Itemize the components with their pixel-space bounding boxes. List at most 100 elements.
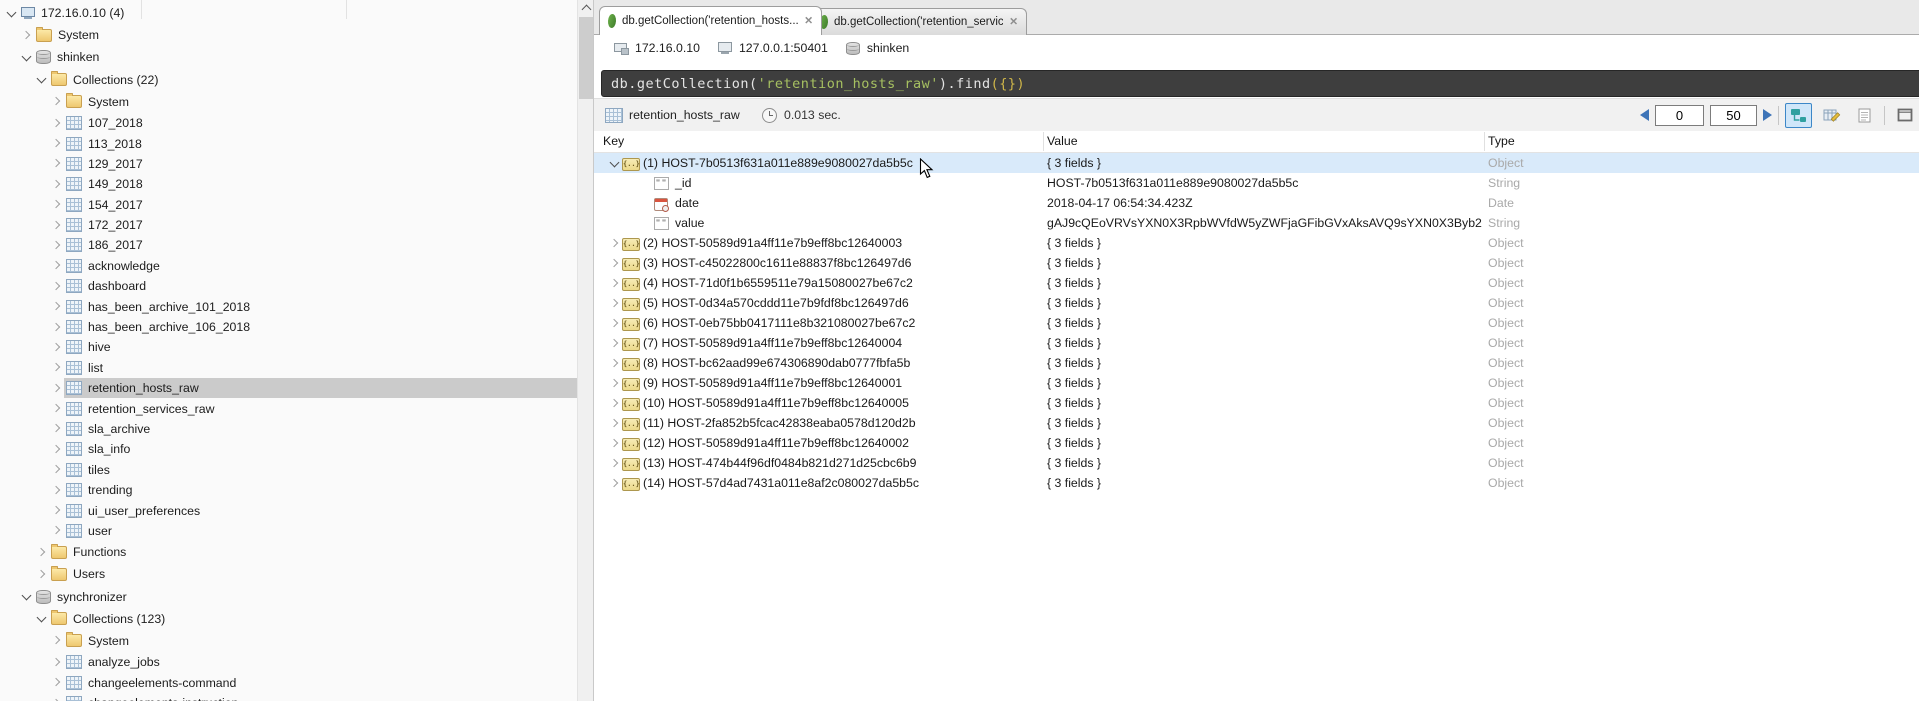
tree-chevron-icon[interactable] xyxy=(49,136,64,151)
tree-chevron-icon[interactable] xyxy=(49,462,64,477)
tree-chevron-icon[interactable] xyxy=(34,611,49,626)
new-window-button[interactable] xyxy=(1891,103,1918,128)
table-row[interactable]: (14) HOST-57d4ad7431a011e8af2c080027da5b… xyxy=(594,473,1919,493)
tree-chevron-icon[interactable] xyxy=(34,72,49,87)
tree-item[interactable]: 129_2017 xyxy=(0,154,577,174)
table-row[interactable]: (5) HOST-0d34a570cddd11e7b9fdf8bc126497d… xyxy=(594,293,1919,313)
tree-item[interactable]: 107_2018 xyxy=(0,113,577,133)
query-editor[interactable]: db.getCollection('retention_hosts_raw').… xyxy=(601,70,1919,97)
tree-chevron-icon[interactable] xyxy=(19,589,34,604)
row-chevron-icon[interactable] xyxy=(607,256,622,271)
tree-item[interactable]: 149_2018 xyxy=(0,174,577,194)
table-row[interactable]: (12) HOST-50589d91a4ff11e7b9eff8bc126400… xyxy=(594,433,1919,453)
tree-mode-button[interactable] xyxy=(1785,103,1812,128)
tree-chevron-icon[interactable] xyxy=(49,197,64,212)
row-chevron-icon[interactable] xyxy=(607,336,622,351)
tree-chevron-icon[interactable] xyxy=(49,238,64,253)
column-separator[interactable] xyxy=(1043,132,1044,151)
table-row[interactable]: (13) HOST-474b44f96df0484b821d271d25cbc6… xyxy=(594,453,1919,473)
tree-item[interactable]: synchronizer xyxy=(0,586,577,608)
row-chevron-icon[interactable] xyxy=(607,396,622,411)
tree-item[interactable]: user xyxy=(0,521,577,541)
table-row[interactable]: (1) HOST-7b0513f631a011e889e9080027da5b5… xyxy=(594,153,1919,173)
tree-chevron-icon[interactable] xyxy=(49,503,64,518)
row-chevron-icon[interactable] xyxy=(607,196,622,211)
tree-chevron-icon[interactable] xyxy=(49,696,64,701)
tree-item[interactable]: Collections (123) xyxy=(0,608,577,630)
tree-chevron-icon[interactable] xyxy=(49,401,64,416)
tree-item[interactable]: changeelements-command xyxy=(0,672,577,692)
tree-item[interactable]: System xyxy=(0,91,577,113)
tree-chevron-icon[interactable] xyxy=(49,675,64,690)
tree-item[interactable]: tiles xyxy=(0,460,577,480)
sidebar-scrollbar[interactable] xyxy=(577,0,594,701)
row-chevron-icon[interactable] xyxy=(607,216,622,231)
tab-retention-services[interactable]: db.getCollection('retention_servic... ✕ xyxy=(811,8,1027,35)
table-row[interactable]: (11) HOST-2fa852b5fcac42838eaba0578d120d… xyxy=(594,413,1919,433)
scrollbar-thumb[interactable] xyxy=(579,17,593,99)
header-value[interactable]: Value xyxy=(1047,131,1078,152)
table-row[interactable]: value gAJ9cQEoVRVsYXN0X3RpbWVfdW5yZWFjaG… xyxy=(594,213,1919,233)
row-chevron-icon[interactable] xyxy=(607,456,622,471)
row-chevron-icon[interactable] xyxy=(607,156,622,171)
tree-chevron-icon[interactable] xyxy=(49,483,64,498)
tree-chevron-icon[interactable] xyxy=(49,94,64,109)
tree-item[interactable]: 186_2017 xyxy=(0,235,577,255)
tree-chevron-icon[interactable] xyxy=(4,6,19,21)
scroll-up-button[interactable] xyxy=(578,0,594,16)
row-chevron-icon[interactable] xyxy=(607,236,622,251)
tree-item[interactable]: Functions xyxy=(0,541,577,563)
skip-input[interactable] xyxy=(1655,105,1704,126)
tree-item[interactable]: shinken xyxy=(0,46,577,68)
row-chevron-icon[interactable] xyxy=(607,276,622,291)
table-row[interactable]: (7) HOST-50589d91a4ff11e7b9eff8bc1264000… xyxy=(594,333,1919,353)
row-chevron-icon[interactable] xyxy=(607,296,622,311)
tree-item[interactable]: 172.16.0.10 (4) xyxy=(0,2,577,24)
tree-item[interactable]: Collections (22) xyxy=(0,69,577,91)
table-row[interactable]: date 2018-04-17 06:54:34.423Z Date xyxy=(594,193,1919,213)
tree-item[interactable]: retention_hosts_raw xyxy=(0,378,577,398)
tree-item[interactable]: has_been_archive_106_2018 xyxy=(0,317,577,337)
tree-chevron-icon[interactable] xyxy=(49,218,64,233)
limit-input[interactable] xyxy=(1710,105,1757,126)
tree-chevron-icon[interactable] xyxy=(49,320,64,335)
tree-chevron-icon[interactable] xyxy=(49,116,64,131)
header-type[interactable]: Type xyxy=(1488,131,1515,152)
page-next-icon[interactable] xyxy=(1763,109,1772,121)
tree-chevron-icon[interactable] xyxy=(34,567,49,582)
tree-item[interactable]: retention_services_raw xyxy=(0,398,577,418)
tree-item[interactable]: 172_2017 xyxy=(0,215,577,235)
tree-item[interactable]: 113_2018 xyxy=(0,133,577,153)
tree-chevron-icon[interactable] xyxy=(49,523,64,538)
tree-chevron-icon[interactable] xyxy=(49,360,64,375)
text-mode-button[interactable] xyxy=(1851,103,1878,128)
tree-item[interactable]: has_been_archive_101_2018 xyxy=(0,296,577,316)
tree-item[interactable]: acknowledge xyxy=(0,256,577,276)
tree-chevron-icon[interactable] xyxy=(34,545,49,560)
tree-chevron-icon[interactable] xyxy=(49,156,64,171)
row-chevron-icon[interactable] xyxy=(607,476,622,491)
row-chevron-icon[interactable] xyxy=(607,316,622,331)
page-prev-icon[interactable] xyxy=(1640,109,1649,121)
tree-chevron-icon[interactable] xyxy=(49,177,64,192)
tree-item[interactable]: analyze_jobs xyxy=(0,652,577,672)
tree-chevron-icon[interactable] xyxy=(19,28,34,43)
tree-item[interactable]: list xyxy=(0,358,577,378)
tree-item[interactable]: System xyxy=(0,24,577,46)
tree-item[interactable]: sla_info xyxy=(0,439,577,459)
tree-chevron-icon[interactable] xyxy=(49,442,64,457)
column-separator[interactable] xyxy=(1484,132,1485,151)
table-row[interactable]: (3) HOST-c45022800c1611e88837f8bc126497d… xyxy=(594,253,1919,273)
table-row[interactable]: (6) HOST-0eb75bb0417111e8b321080027be67c… xyxy=(594,313,1919,333)
tree-item[interactable]: Users xyxy=(0,563,577,585)
tree-item[interactable]: hive xyxy=(0,337,577,357)
table-row[interactable]: (4) HOST-71d0f1b6559511e79a15080027be67c… xyxy=(594,273,1919,293)
row-chevron-icon[interactable] xyxy=(607,376,622,391)
table-row[interactable]: (2) HOST-50589d91a4ff11e7b9eff8bc1264000… xyxy=(594,233,1919,253)
tree-item[interactable]: trending xyxy=(0,480,577,500)
tree-item[interactable]: System xyxy=(0,630,577,652)
row-chevron-icon[interactable] xyxy=(607,176,622,191)
row-chevron-icon[interactable] xyxy=(607,436,622,451)
tree-chevron-icon[interactable] xyxy=(49,655,64,670)
tree-chevron-icon[interactable] xyxy=(19,50,34,65)
